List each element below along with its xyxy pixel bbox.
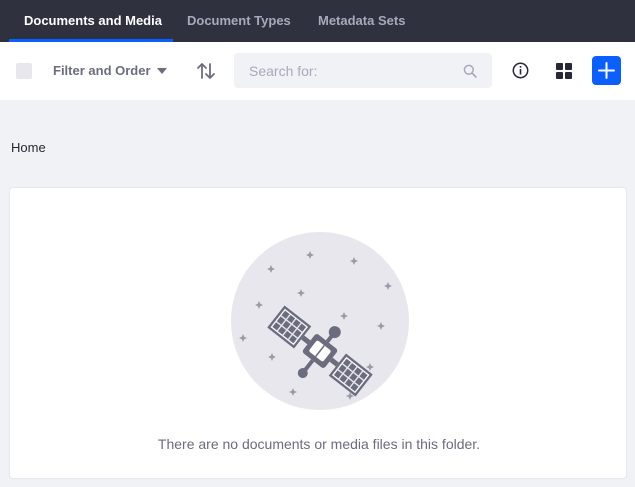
info-icon[interactable] bbox=[512, 62, 529, 79]
tab-documents-and-media[interactable]: Documents and Media bbox=[24, 0, 162, 42]
filter-and-order-dropdown[interactable]: Filter and Order bbox=[53, 62, 151, 80]
plus-icon bbox=[598, 62, 615, 79]
search-icon[interactable] bbox=[463, 64, 477, 78]
chevron-down-icon[interactable] bbox=[157, 68, 167, 74]
cards-view-icon[interactable] bbox=[556, 63, 572, 79]
add-button[interactable] bbox=[592, 56, 621, 85]
empty-state-message: There are no documents or media files in… bbox=[157, 436, 481, 452]
breadcrumb[interactable]: Home bbox=[11, 140, 46, 155]
satellite-icon bbox=[231, 232, 409, 410]
sort-icon[interactable] bbox=[196, 61, 216, 81]
search-input[interactable] bbox=[234, 53, 492, 88]
tab-metadata-sets[interactable]: Metadata Sets bbox=[318, 0, 405, 42]
empty-state-card: There are no documents or media files in… bbox=[9, 187, 627, 479]
management-toolbar: Filter and Order bbox=[0, 42, 635, 100]
select-all-checkbox[interactable] bbox=[16, 63, 32, 79]
tab-document-types[interactable]: Document Types bbox=[187, 0, 291, 42]
top-navigation: Documents and Media Document Types Metad… bbox=[0, 0, 635, 42]
